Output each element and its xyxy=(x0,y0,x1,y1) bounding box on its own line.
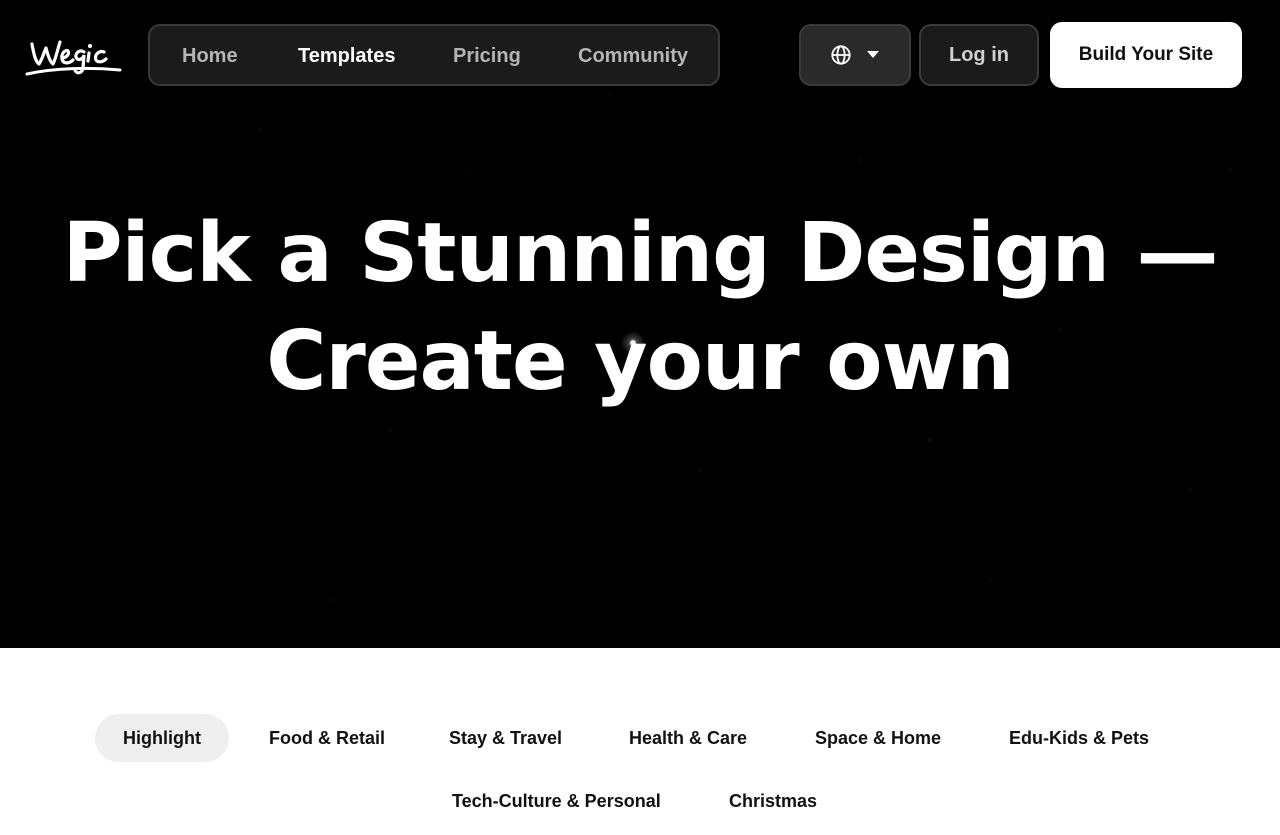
category-edu-kids-pets[interactable]: Edu-Kids & Pets xyxy=(1009,714,1149,762)
category-stay-travel[interactable]: Stay & Travel xyxy=(449,714,562,762)
hero-headline: Pick a Stunning Design — Create your own xyxy=(0,200,1280,416)
nav-templates[interactable]: Templates xyxy=(298,45,395,68)
hero-section: wegic Home Templates Pricing Community L… xyxy=(0,0,1280,648)
globe-icon xyxy=(831,45,851,65)
build-your-site-button[interactable]: Build Your Site xyxy=(1050,22,1242,88)
category-filter-bar: Highlight Food & Retail Stay & Travel He… xyxy=(0,648,1280,835)
wegic-logo[interactable]: wegic xyxy=(24,30,124,80)
nav-pricing[interactable]: Pricing xyxy=(453,45,521,68)
hero-line-2: Create your own xyxy=(266,314,1015,409)
category-christmas[interactable]: Christmas xyxy=(729,777,817,825)
category-space-home[interactable]: Space & Home xyxy=(815,714,941,762)
category-food-retail[interactable]: Food & Retail xyxy=(269,714,385,762)
category-highlight[interactable]: Highlight xyxy=(95,714,229,762)
language-selector[interactable] xyxy=(799,24,911,86)
caret-down-icon xyxy=(867,51,879,58)
category-health-care[interactable]: Health & Care xyxy=(629,714,747,762)
nav-home[interactable]: Home xyxy=(182,45,238,68)
main-nav: Home Templates Pricing Community xyxy=(148,24,720,86)
logo-text: wegic xyxy=(24,30,27,31)
login-button[interactable]: Log in xyxy=(919,24,1039,86)
hero-line-1: Pick a Stunning Design — xyxy=(62,206,1218,301)
nav-community[interactable]: Community xyxy=(578,45,688,68)
category-tech-culture-personal[interactable]: Tech-Culture & Personal xyxy=(452,777,661,825)
